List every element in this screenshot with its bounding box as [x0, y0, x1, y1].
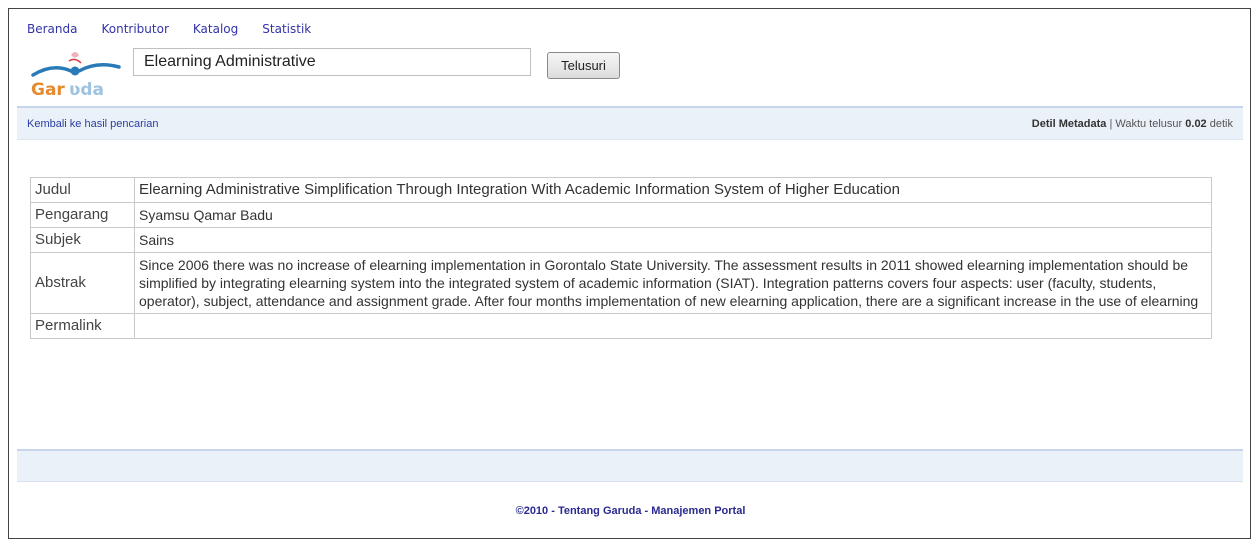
back-to-results-link[interactable]: Kembali ke hasil pencarian — [27, 118, 158, 130]
detail-metadata-label: Detil Metadata — [1031, 118, 1107, 130]
subject-value: Sains — [134, 227, 1212, 253]
nav-statistik[interactable]: Statistik — [262, 20, 311, 38]
search-input[interactable] — [133, 48, 531, 76]
svg-text:Gar: Gar — [31, 80, 65, 100]
results-bar: Kembali ke hasil pencarian Detil Metadat… — [17, 106, 1243, 140]
metadata-table: Judul Elearning Administrative Simplific… — [30, 177, 1212, 339]
search-time-suffix: detik — [1209, 118, 1233, 130]
nav-kontributor[interactable]: Kontributor — [101, 20, 168, 38]
table-row: Abstrak Since 2006 there was no increase… — [30, 252, 1212, 314]
table-row: Pengarang Syamsu Qamar Badu — [30, 202, 1212, 228]
results-info: Detil Metadata | Waktu telusur 0.02 deti… — [1032, 118, 1233, 130]
permalink-value[interactable] — [134, 313, 1212, 339]
garuda-logo[interactable]: Gar ʋda — [25, 45, 125, 105]
row-label: Pengarang — [30, 202, 135, 228]
footer-band — [17, 449, 1243, 482]
search-time-prefix: Waktu telusur — [1115, 118, 1183, 130]
table-row: Judul Elearning Administrative Simplific… — [30, 177, 1212, 203]
search-time-value: 0.02 — [1185, 118, 1207, 130]
top-nav: Beranda Kontributor Katalog Statistik — [27, 20, 335, 38]
table-row: Subjek Sains — [30, 227, 1212, 253]
row-label: Subjek — [30, 227, 135, 253]
row-label: Permalink — [30, 313, 135, 339]
row-label: Abstrak — [30, 252, 135, 314]
row-label: Judul — [30, 177, 135, 203]
abstract-value: Since 2006 there was no increase of elea… — [134, 252, 1212, 314]
search-button[interactable]: Telusuri — [547, 52, 620, 79]
nav-beranda[interactable]: Beranda — [27, 20, 77, 38]
svg-text:ʋda: ʋda — [69, 80, 104, 100]
footer-copyright[interactable]: ©2010 - Tentang Garuda - Manajemen Porta… — [9, 505, 1250, 517]
nav-katalog[interactable]: Katalog — [193, 20, 238, 38]
title-value: Elearning Administrative Simplification … — [134, 177, 1212, 203]
table-row: Permalink — [30, 313, 1212, 339]
page-frame: Beranda Kontributor Katalog Statistik Ga… — [8, 8, 1251, 539]
author-value: Syamsu Qamar Badu — [134, 202, 1212, 228]
separator: | — [1109, 118, 1113, 130]
